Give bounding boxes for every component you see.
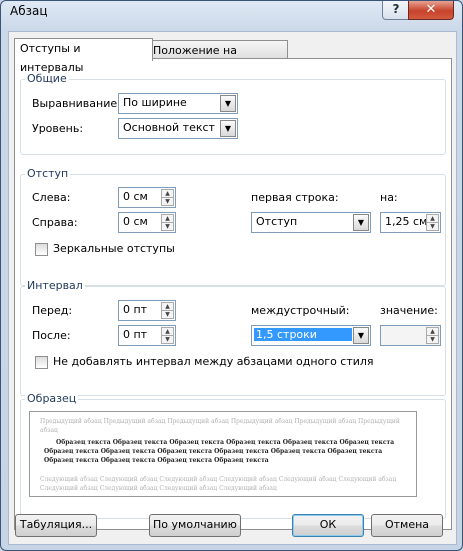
indent-left-spinner[interactable]: 0 см ▲ ▼	[118, 187, 176, 208]
close-button[interactable]: ✕	[408, 1, 454, 20]
window-title: Абзац	[10, 4, 48, 18]
spacing-value-spinner[interactable]: ▲ ▼	[380, 325, 441, 346]
spacing-section-label: Интервал	[25, 279, 85, 292]
tab-indents-spacing[interactable]: Отступы и интервалы	[14, 38, 153, 74]
indent-right-spinner[interactable]: 0 см ▲ ▼	[118, 212, 176, 233]
chevron-down-icon[interactable]: ▼	[220, 120, 236, 137]
alignment-label: Выравнивание:	[32, 97, 121, 110]
arrow-down-icon[interactable]: ▼	[161, 222, 174, 231]
level-select[interactable]: Основной текст ▼	[118, 118, 238, 139]
general-group	[20, 79, 446, 155]
spacing-value-label: значение:	[380, 304, 438, 317]
chevron-down-icon[interactable]: ▼	[353, 214, 369, 231]
title-bar[interactable]: Абзац ? ✕	[1, 1, 462, 23]
preview-section-label: Образец	[25, 392, 79, 405]
first-line-value: Отступ	[256, 215, 298, 228]
preview-box: Предыдущий абзац Предыдущий абзац Предыд…	[29, 411, 417, 497]
spacing-before-label: Перед:	[32, 304, 73, 317]
arrow-down-icon[interactable]: ▼	[161, 335, 174, 344]
line-spacing-select[interactable]: 1,5 строки ▼	[251, 325, 371, 346]
indent-section-label: Отступ	[25, 167, 71, 180]
help-button[interactable]: ?	[382, 1, 410, 20]
dialog-window: Абзац ? ✕ Отступы и интервалы Положение …	[0, 0, 463, 551]
spacing-before-value: 0 пт	[123, 303, 148, 316]
level-value: Основной текст	[123, 121, 215, 134]
line-spacing-label: междустрочный:	[251, 304, 350, 317]
indent-by-label: на:	[380, 191, 398, 204]
arrow-down-icon[interactable]: ▼	[426, 335, 439, 344]
no-space-same-style-checkbox[interactable]	[35, 356, 48, 369]
indent-right-label: Справа:	[32, 216, 78, 229]
arrow-down-icon[interactable]: ▼	[161, 197, 174, 206]
set-default-button[interactable]: По умолчанию	[149, 514, 241, 537]
indent-left-label: Слева:	[32, 191, 71, 204]
mirror-indents-label: Зеркальные отступы	[53, 242, 175, 255]
chevron-down-icon[interactable]: ▼	[220, 95, 236, 112]
arrow-down-icon[interactable]: ▼	[161, 310, 174, 319]
alignment-value: По ширине	[123, 96, 187, 109]
level-label: Уровень:	[32, 122, 84, 135]
tabs-button[interactable]: Табуляция...	[15, 514, 97, 537]
dialog-client: Отступы и интервалы Положение на страниц…	[8, 31, 457, 545]
first-line-select[interactable]: Отступ ▼	[251, 212, 371, 233]
alignment-select[interactable]: По ширине ▼	[118, 93, 238, 114]
spacing-after-label: После:	[32, 329, 71, 342]
indent-right-value: 0 см	[123, 215, 148, 228]
spacing-after-value: 0 пт	[123, 328, 148, 341]
ok-button[interactable]: ОК	[292, 514, 364, 537]
preview-sample-paragraph: Образец текста Образец текста Образец те…	[44, 439, 395, 464]
indent-by-value: 1,25 см	[385, 215, 428, 228]
spacing-before-spinner[interactable]: 0 пт ▲ ▼	[118, 300, 176, 321]
indent-by-spinner[interactable]: 1,25 см ▲ ▼	[380, 212, 441, 233]
preview-next-paragraph: Следующий абзац Следующий абзац Следующи…	[40, 476, 397, 492]
indent-left-value: 0 см	[123, 190, 148, 203]
first-line-label: первая строка:	[251, 191, 339, 204]
mirror-indents-checkbox[interactable]	[35, 243, 48, 256]
chevron-down-icon[interactable]: ▼	[353, 327, 369, 344]
line-spacing-value: 1,5 строки	[254, 328, 352, 341]
cancel-button[interactable]: Отмена	[371, 514, 443, 537]
preview-previous-paragraph: Предыдущий абзац Предыдущий абзац Предыд…	[40, 418, 400, 434]
arrow-down-icon[interactable]: ▼	[426, 222, 439, 231]
tab-panel: Общие Выравнивание: По ширине ▼ Уровень:…	[14, 58, 452, 530]
spacing-after-spinner[interactable]: 0 пт ▲ ▼	[118, 325, 176, 346]
no-space-same-style-label: Не добавлять интервал между абзацами одн…	[53, 355, 374, 368]
tab-label: Отступы и интервалы	[20, 42, 84, 74]
